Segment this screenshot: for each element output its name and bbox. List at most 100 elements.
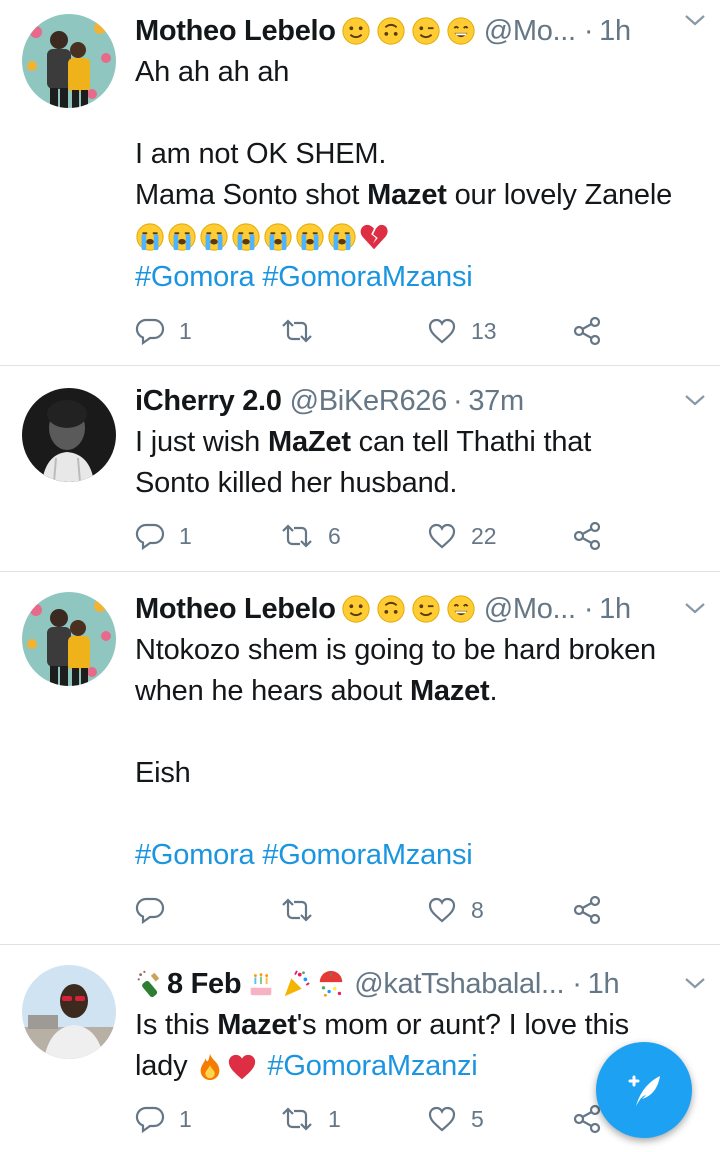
handle[interactable]: @BiKeR626	[290, 385, 448, 418]
chevron-down-icon[interactable]	[682, 10, 708, 30]
upside-down-face-icon	[376, 16, 406, 46]
reply-button[interactable]	[135, 890, 179, 930]
share-icon	[573, 1104, 601, 1134]
like-count: 8	[471, 896, 484, 923]
like-button[interactable]: 5	[427, 1099, 484, 1139]
tweet-line: Is this Mazet's mom or aunt? I love this	[135, 1005, 706, 1046]
separator-dot: ·	[452, 384, 463, 417]
handle[interactable]: @Mo...	[484, 593, 576, 626]
timestamp: 1h	[599, 592, 631, 625]
tweet-header: 8 Feb @katTshabalal... · 1h	[135, 963, 706, 1005]
heart-icon	[428, 523, 456, 549]
chevron-down-icon[interactable]	[682, 973, 708, 993]
retweet-icon	[282, 319, 312, 343]
like-button[interactable]: 8	[427, 890, 484, 930]
tweet-line: Mama Sonto shot Mazet our lovely Zanele	[135, 175, 706, 216]
loudly-crying-face-icon	[135, 222, 165, 252]
retweet-button[interactable]	[280, 890, 328, 930]
grinning-face-icon	[446, 16, 476, 46]
loudly-crying-face-icon	[231, 222, 261, 252]
reply-icon	[135, 318, 165, 346]
hashtag-links[interactable]: #Gomora #GomoraMzansi	[135, 257, 706, 298]
fire-icon	[195, 1052, 225, 1082]
text-segment: I just wish	[135, 426, 268, 458]
separator-dot: ·	[572, 967, 582, 1000]
compose-tweet-button[interactable]	[596, 1042, 692, 1138]
share-button[interactable]	[571, 311, 603, 351]
display-name[interactable]: Motheo Lebelo	[135, 15, 336, 48]
reply-button[interactable]: 1	[135, 1099, 192, 1139]
avatar[interactable]	[22, 965, 116, 1059]
reply-icon	[135, 523, 165, 551]
share-button[interactable]	[571, 516, 603, 556]
tweet-line: I am not OK SHEM.	[135, 138, 387, 170]
separator-dot: ·	[583, 14, 594, 47]
like-button[interactable]: 13	[427, 311, 497, 351]
retweet-icon	[282, 898, 312, 922]
tweet-text: I just wish MaZet can tell Thathi that S…	[135, 422, 706, 504]
upside-down-face-icon	[376, 594, 406, 624]
heart-icon	[428, 318, 456, 344]
winking-face-icon	[411, 16, 441, 46]
text-segment: lady	[135, 1050, 188, 1082]
retweet-button[interactable]: 6	[280, 516, 341, 556]
tweet[interactable]: Motheo Lebelo @Mo... · 1h Ntokozo shem i…	[0, 572, 720, 945]
text-segment: 's mom or aunt? I love this	[296, 1009, 629, 1041]
avatar[interactable]	[22, 14, 116, 108]
text-segment: .	[489, 675, 498, 707]
like-button[interactable]: 22	[427, 516, 497, 556]
retweet-button[interactable]: 1	[280, 1099, 341, 1139]
share-icon	[573, 316, 601, 346]
tweet-line: Sonto killed her husband.	[135, 467, 458, 499]
heart-icon	[428, 1106, 456, 1132]
bold-keyword: Mazet	[367, 179, 447, 211]
retweet-icon	[282, 1107, 312, 1131]
emoji-row	[135, 216, 706, 257]
handle[interactable]: @katTshabalal...	[354, 968, 564, 1001]
display-name[interactable]: iCherry 2.0	[135, 385, 282, 418]
tweet-actions: 1 1 5	[135, 1099, 615, 1139]
handle[interactable]: @Mo...	[484, 15, 576, 48]
avatar[interactable]	[22, 388, 116, 482]
display-name[interactable]: 8 Feb	[167, 968, 242, 1001]
tweet[interactable]: Motheo Lebelo @Mo... · 1h Ah ah ah ah I …	[0, 0, 720, 366]
slightly-smiling-face-icon	[341, 16, 371, 46]
tweet-line: Ntokozo shem is going to be hard broken	[135, 634, 656, 666]
chevron-down-icon[interactable]	[682, 598, 708, 618]
tweet[interactable]: iCherry 2.0 @BiKeR626 · 37m I just wish …	[0, 366, 720, 572]
loudly-crying-face-icon	[199, 222, 229, 252]
retweet-count: 6	[328, 522, 341, 549]
reply-button[interactable]: 1	[135, 516, 192, 556]
chevron-down-icon[interactable]	[682, 390, 708, 410]
like-count: 22	[471, 522, 497, 549]
tweet-line: when he hears about Mazet.	[135, 671, 706, 712]
display-name[interactable]: Motheo Lebelo	[135, 593, 336, 626]
slightly-smiling-face-icon	[341, 594, 371, 624]
retweet-count: 1	[328, 1105, 341, 1132]
loudly-crying-face-icon	[263, 222, 293, 252]
reply-button[interactable]: 1	[135, 311, 192, 351]
birthday-cake-icon	[246, 969, 276, 999]
loudly-crying-face-icon	[327, 222, 357, 252]
tweet-actions: 1 6 22	[135, 516, 615, 556]
tweet-header: Motheo Lebelo @Mo... · 1h	[135, 588, 706, 630]
text-segment: can tell Thathi that	[350, 426, 592, 458]
share-button[interactable]	[571, 890, 603, 930]
text-segment: Mama Sonto shot	[135, 179, 368, 211]
bottle-with-popping-cork-icon	[135, 969, 165, 999]
hashtag-link[interactable]: #GomoraMzanzi	[267, 1046, 477, 1087]
like-count: 13	[471, 317, 497, 344]
tweet-text: Ntokozo shem is going to be hard broken …	[135, 630, 706, 876]
timestamp: 1h	[599, 14, 631, 47]
tweet-header: Motheo Lebelo @Mo... · 1h	[135, 10, 706, 52]
retweet-button[interactable]	[280, 311, 328, 351]
hashtag-links[interactable]: #Gomora #GomoraMzansi	[135, 835, 706, 876]
avatar[interactable]	[22, 592, 116, 686]
winking-face-icon	[411, 594, 441, 624]
confetti-ball-icon	[316, 969, 346, 999]
timestamp: 37m	[468, 384, 524, 417]
tweet-line: Ah ah ah ah	[135, 56, 290, 88]
share-icon	[573, 895, 601, 925]
reply-count: 1	[179, 317, 192, 344]
